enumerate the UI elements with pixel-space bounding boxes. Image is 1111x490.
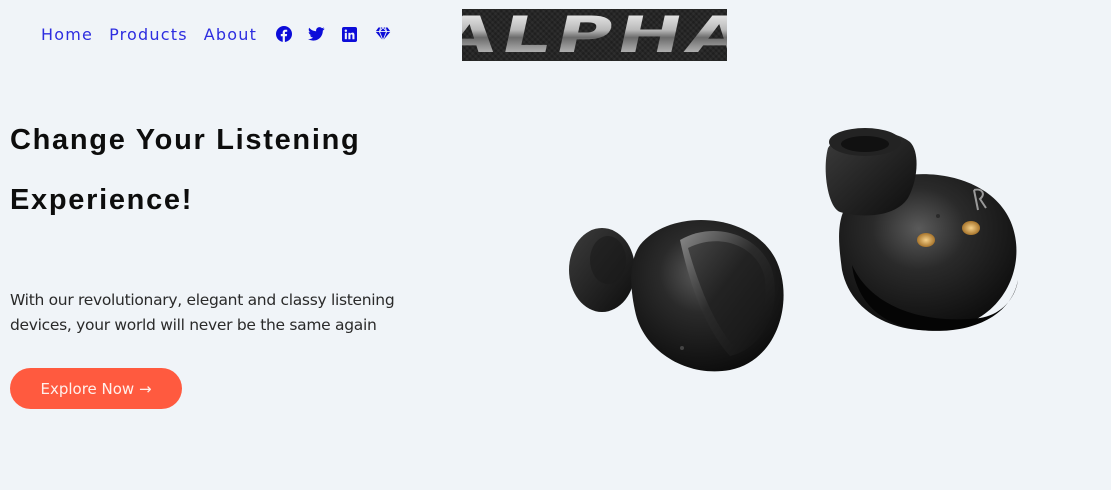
linkedin-icon[interactable] (341, 26, 358, 43)
hero-title: Change Your Listening Experience! (10, 124, 361, 216)
nav-about-link[interactable]: About (204, 25, 257, 44)
earbuds-product-image (569, 128, 1018, 372)
logo-text: ALPHA (462, 9, 727, 61)
alpha-logo[interactable]: ALPHA (462, 9, 727, 61)
hero-subtitle: With our revolutionary, elegant and clas… (10, 291, 395, 334)
twitter-icon[interactable] (308, 26, 325, 43)
diamond-icon[interactable] (374, 26, 391, 43)
facebook-icon[interactable] (275, 26, 292, 43)
main-nav: Home Products About (41, 21, 407, 47)
explore-now-button[interactable]: Explore Now → (10, 368, 182, 409)
nav-products-link[interactable]: Products (109, 25, 188, 44)
nav-home-link[interactable]: Home (41, 25, 93, 44)
